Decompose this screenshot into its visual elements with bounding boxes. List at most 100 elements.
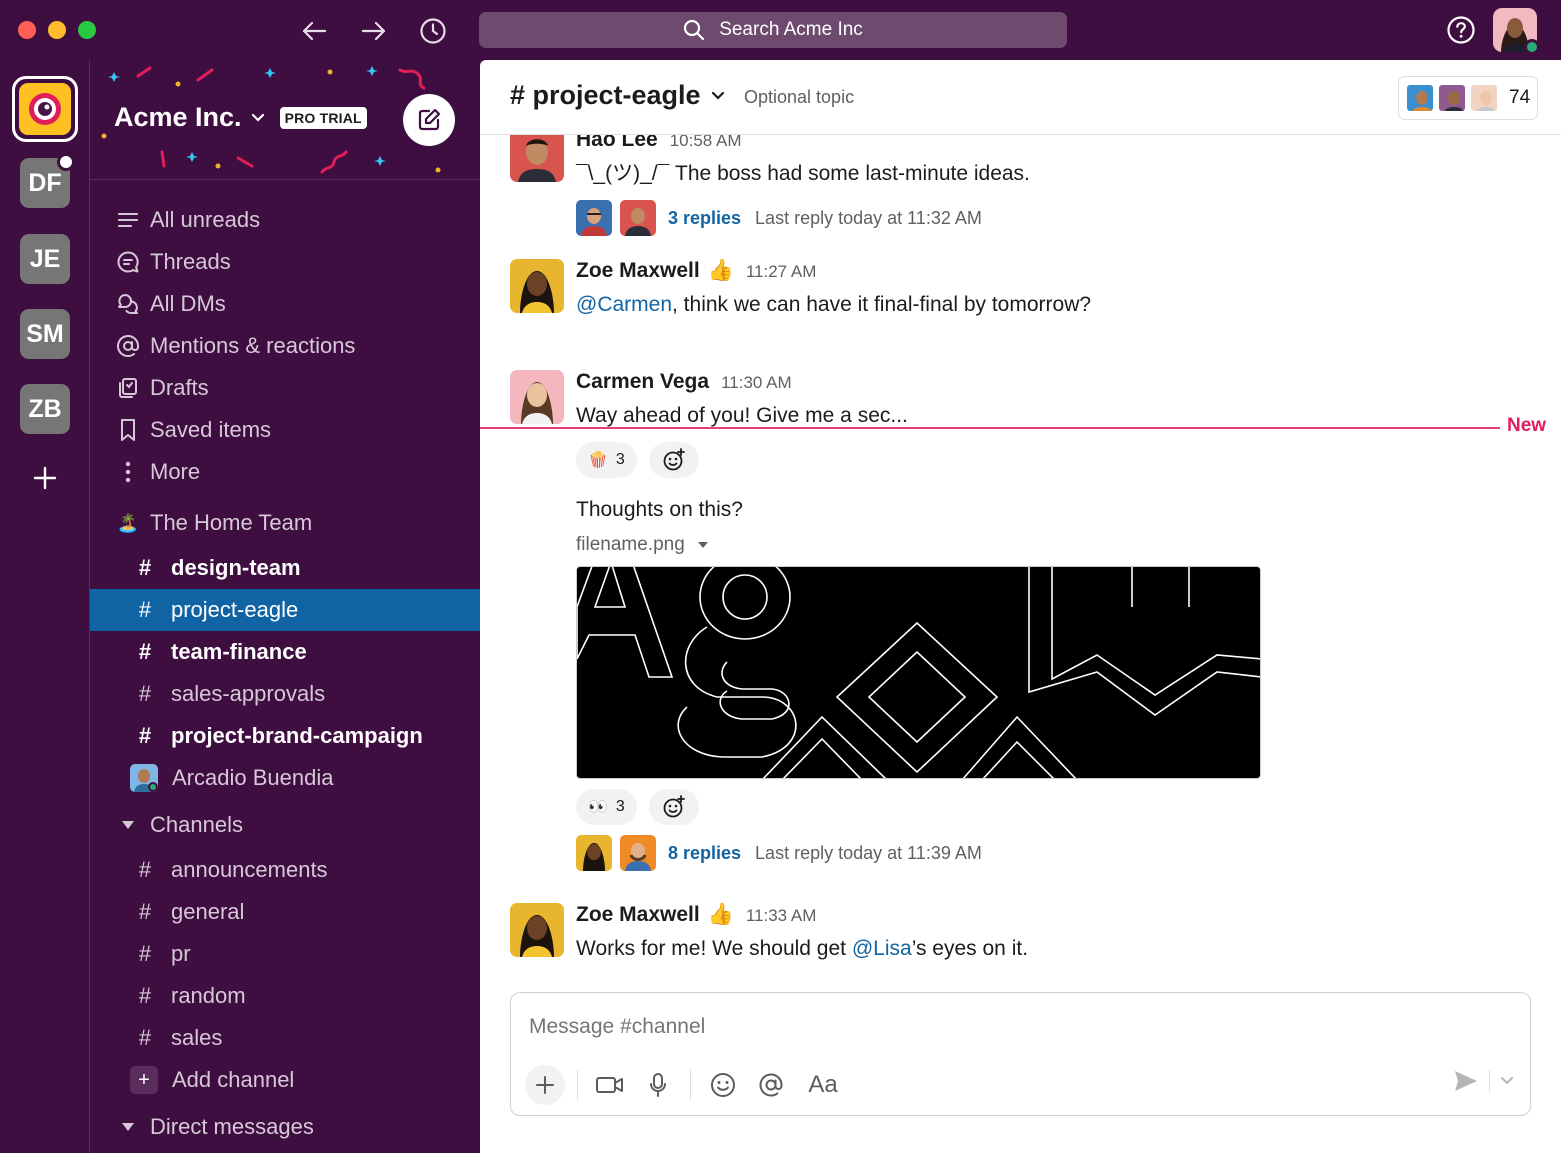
- add-emoji-icon: [663, 448, 685, 471]
- channel-project-brand-campaign[interactable]: # project-brand-campaign: [90, 715, 480, 757]
- workspace-je[interactable]: JE: [20, 234, 70, 284]
- audio-clip-button[interactable]: [638, 1065, 678, 1105]
- workspace-header: Acme Inc. PRO TRIAL: [90, 60, 480, 180]
- search-bar[interactable]: Search Acme Inc: [479, 12, 1067, 48]
- channel-announcements[interactable]: # announcements: [90, 849, 480, 891]
- add-reaction-button[interactable]: [648, 789, 699, 825]
- message-timestamp[interactable]: 11:30 AM: [721, 373, 792, 393]
- island-emoji-icon: 🏝️: [116, 512, 140, 533]
- sidebar: Acme Inc. PRO TRIAL All unreads Threads …: [90, 60, 480, 1153]
- chevron-down-icon[interactable]: [1500, 1076, 1514, 1086]
- acme-logo: [19, 83, 71, 135]
- member-count: 74: [1509, 87, 1531, 108]
- dm-arcadio-buendia[interactable]: Arcadio Buendia: [90, 757, 480, 799]
- message-composer: Aa: [510, 992, 1531, 1116]
- message-author[interactable]: Zoe Maxwell: [576, 903, 700, 927]
- send-icon[interactable]: [1453, 1069, 1479, 1093]
- help-button[interactable]: [1445, 14, 1477, 46]
- add-channel-button[interactable]: + Add channel: [90, 1059, 480, 1101]
- plus-icon: +: [130, 1066, 158, 1094]
- add-workspace-button[interactable]: [20, 453, 70, 503]
- message-timestamp[interactable]: 11:27 AM: [746, 262, 817, 282]
- add-reaction-button[interactable]: [648, 442, 699, 478]
- format-button[interactable]: Aa: [799, 1065, 847, 1105]
- nav-mentions[interactable]: Mentions & reactions: [90, 325, 480, 367]
- channel-project-eagle[interactable]: # project-eagle: [90, 589, 480, 631]
- hash-icon: #: [138, 899, 152, 924]
- nav-more[interactable]: More: [90, 451, 480, 493]
- user-mention[interactable]: @Carmen: [576, 293, 672, 316]
- message-followup: Thoughts on this?: [576, 498, 743, 521]
- nav-saved-items-label: Saved items: [150, 417, 272, 442]
- question-circle-icon: [1447, 16, 1475, 44]
- mention-button[interactable]: [751, 1065, 791, 1105]
- user-mention[interactable]: @Lisa: [852, 937, 912, 960]
- message-author[interactable]: Zoe Maxwell: [576, 259, 700, 283]
- channel-sales-approvals[interactable]: # sales-approvals: [90, 673, 480, 715]
- title-bar: Search Acme Inc: [0, 0, 1561, 60]
- thread-summary[interactable]: 8 replies Last reply today at 11:39 AM: [576, 835, 1536, 871]
- workspace-name-button[interactable]: Acme Inc. PRO TRIAL: [114, 102, 367, 133]
- channel-sales[interactable]: # sales: [90, 1017, 480, 1059]
- channel-title-button[interactable]: # project-eagle: [510, 80, 725, 111]
- nav-threads[interactable]: Threads: [90, 241, 480, 283]
- image-attachment[interactable]: [576, 566, 1261, 779]
- reaction-popcorn[interactable]: 🍿 3: [576, 442, 637, 478]
- avatar[interactable]: [510, 259, 564, 313]
- emoji-button[interactable]: [703, 1065, 743, 1105]
- forward-button[interactable]: [357, 14, 391, 48]
- channel-general[interactable]: # general: [90, 891, 480, 933]
- drafts-icon: [116, 376, 140, 400]
- thread-replies-link[interactable]: 8 replies: [668, 843, 741, 864]
- message-input[interactable]: [529, 1015, 1429, 1039]
- section-home-team[interactable]: 🏝️ The Home Team: [90, 499, 480, 547]
- avatar[interactable]: [510, 135, 564, 182]
- thread-replies-link[interactable]: 3 replies: [668, 208, 741, 229]
- hash-icon: #: [138, 681, 152, 706]
- window-close-button[interactable]: [18, 21, 36, 39]
- add-emoji-icon: [663, 795, 685, 818]
- compose-button[interactable]: [403, 94, 455, 146]
- toolbar-divider: [577, 1070, 578, 1100]
- channel-design-team[interactable]: # design-team: [90, 547, 480, 589]
- window-zoom-button[interactable]: [78, 21, 96, 39]
- video-clip-button[interactable]: [590, 1065, 630, 1105]
- workspace-zb[interactable]: ZB: [20, 384, 70, 434]
- channel-team-finance[interactable]: # team-finance: [90, 631, 480, 673]
- section-channels[interactable]: Channels: [90, 801, 480, 849]
- history-button[interactable]: [416, 14, 450, 48]
- status-emoji: 👍: [707, 903, 734, 926]
- message-author[interactable]: Hao Lee: [576, 135, 658, 152]
- channel-name: project-eagle: [171, 597, 299, 622]
- message-timestamp[interactable]: 11:33 AM: [746, 906, 817, 926]
- channel-pr[interactable]: # pr: [90, 933, 480, 975]
- workspace-sm[interactable]: SM: [20, 309, 70, 359]
- hash-icon: #: [138, 597, 152, 622]
- chevron-down-icon: [251, 113, 264, 122]
- nav-all-dms[interactable]: All DMs: [90, 283, 480, 325]
- channel-name: sales: [171, 1025, 223, 1050]
- nav-all-unreads[interactable]: All unreads: [90, 199, 480, 241]
- workspace-acme[interactable]: [12, 76, 78, 142]
- message-author[interactable]: Carmen Vega: [576, 370, 709, 394]
- avatar[interactable]: [510, 370, 564, 424]
- file-name-toggle[interactable]: filename.png: [576, 534, 1536, 556]
- hash-icon: #: [138, 555, 152, 580]
- back-button[interactable]: [297, 14, 331, 48]
- member-list-button[interactable]: 74: [1398, 76, 1538, 120]
- avatar[interactable]: [510, 903, 564, 957]
- nav-saved-items[interactable]: Saved items: [90, 409, 480, 451]
- thread-summary[interactable]: 3 replies Last reply today at 11:32 AM: [576, 200, 1536, 236]
- caret-down-icon: [116, 820, 140, 830]
- nav-all-unreads-label: All unreads: [150, 207, 261, 232]
- message-timestamp[interactable]: 10:58 AM: [670, 135, 742, 151]
- nav-drafts[interactable]: Drafts: [90, 367, 480, 409]
- channel-topic[interactable]: Optional topic: [744, 87, 854, 108]
- hash-icon: #: [138, 639, 152, 664]
- attach-button[interactable]: [525, 1065, 565, 1105]
- reaction-eyes[interactable]: 👀 3: [576, 789, 637, 825]
- window-minimize-button[interactable]: [48, 21, 66, 39]
- section-direct-messages[interactable]: Direct messages: [90, 1103, 480, 1151]
- channel-random[interactable]: # random: [90, 975, 480, 1017]
- nav-mentions-label: Mentions & reactions: [150, 333, 356, 358]
